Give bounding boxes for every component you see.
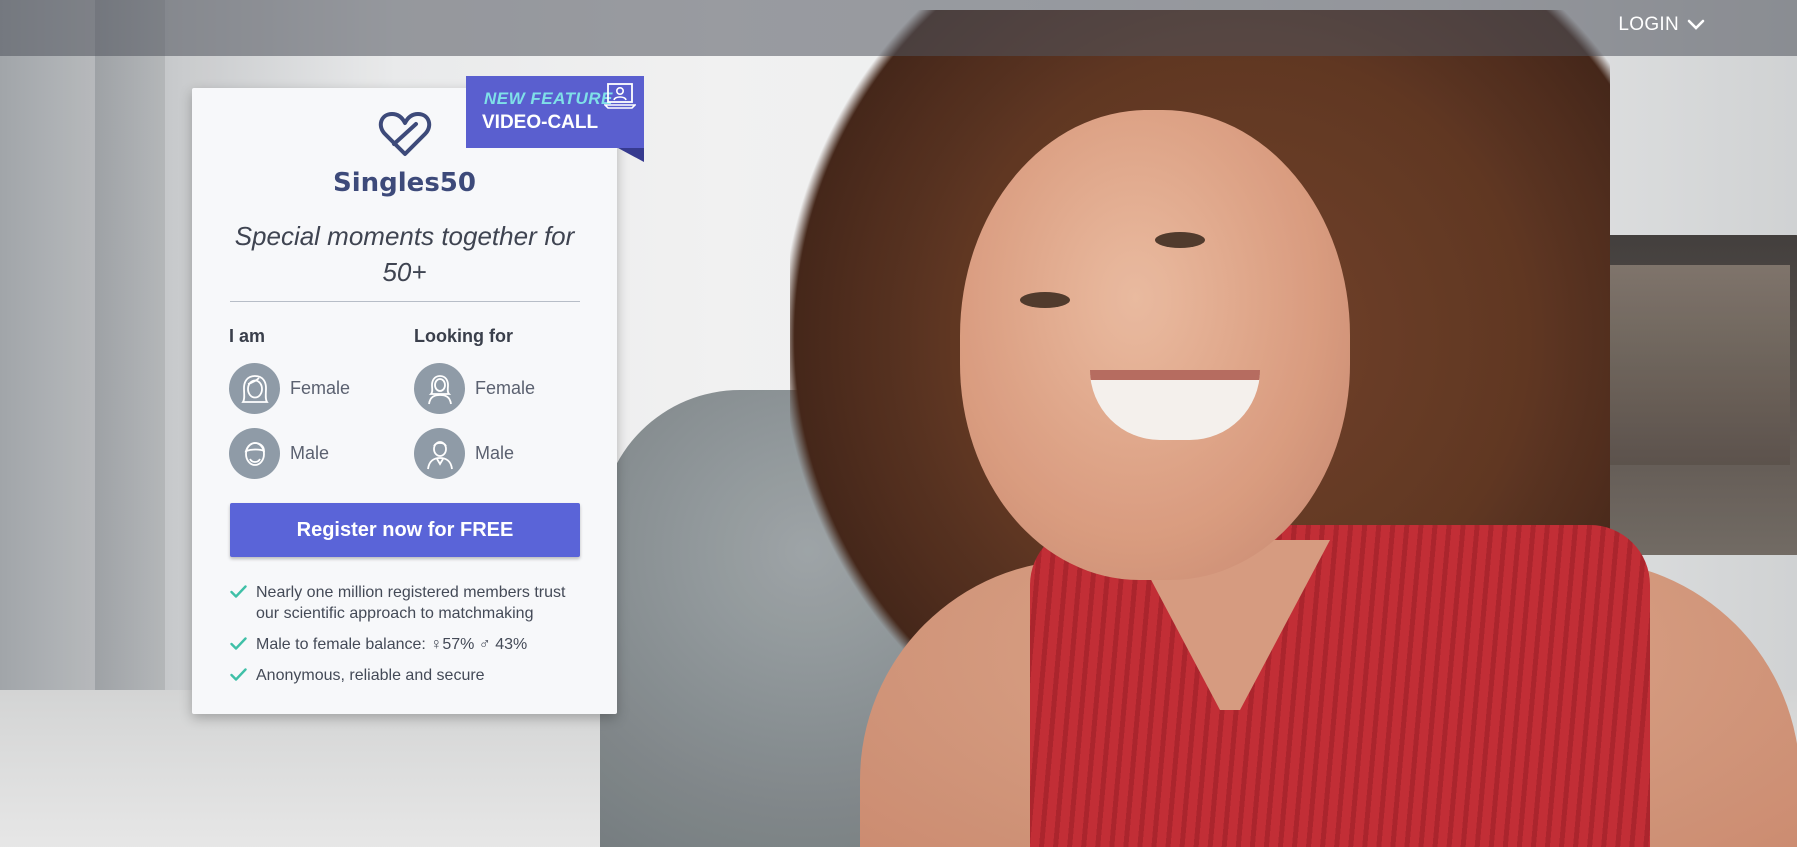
looking-for-heading: Looking for	[414, 326, 513, 346]
male-figure-icon[interactable]	[414, 428, 465, 479]
looking-female-label[interactable]: Female	[475, 378, 535, 399]
login-link[interactable]: LOGIN	[1618, 14, 1705, 36]
tagline: Special moments together for 50+	[234, 221, 575, 287]
divider	[230, 301, 580, 302]
benefit-item: Nearly one million registered members tr…	[230, 582, 590, 624]
looking-female-option[interactable]: Female	[414, 363, 535, 414]
benefit-item: Anonymous, reliable and secure	[230, 665, 590, 686]
looking-male-label[interactable]: Male	[475, 443, 514, 464]
video-call-feature-badge[interactable]: NEW FEATURE VIDEO-CALL	[466, 76, 644, 148]
benefit-text: Nearly one million registered members tr…	[256, 584, 566, 622]
video-call-icon[interactable]	[604, 81, 636, 111]
top-bar: LOGIN	[0, 0, 1797, 56]
female-figure-icon[interactable]	[414, 363, 465, 414]
benefits-list: Nearly one million registered members tr…	[230, 582, 590, 696]
login-label[interactable]: LOGIN	[1618, 14, 1679, 36]
register-card: Singles50 Special moments together for 5…	[192, 88, 617, 714]
female-avatar-icon[interactable]	[229, 363, 280, 414]
iam-female-label[interactable]: Female	[290, 378, 350, 399]
heart-logo-icon	[378, 112, 432, 156]
badge-video-call-label[interactable]: VIDEO-CALL	[482, 112, 598, 134]
iam-female-option[interactable]: Female	[229, 363, 350, 414]
badge-fold	[618, 148, 644, 162]
benefit-text: Male to female balance: ♀57% ♂ 43%	[256, 636, 528, 653]
male-avatar-icon[interactable]	[229, 428, 280, 479]
badge-new-feature-label[interactable]: NEW FEATURE	[484, 89, 613, 109]
check-icon	[230, 637, 247, 650]
check-icon	[230, 585, 247, 598]
iam-male-option[interactable]: Male	[229, 428, 329, 479]
chevron-down-icon[interactable]	[1687, 19, 1705, 31]
benefit-text: Anonymous, reliable and secure	[256, 667, 485, 684]
check-icon	[230, 668, 247, 681]
brand-name: Singles50	[333, 168, 476, 198]
iam-heading: I am	[229, 326, 266, 346]
looking-male-option[interactable]: Male	[414, 428, 514, 479]
register-button[interactable]: Register now for FREE	[230, 503, 580, 557]
benefit-item: Male to female balance: ♀57% ♂ 43%	[230, 634, 590, 655]
iam-male-label[interactable]: Male	[290, 443, 329, 464]
